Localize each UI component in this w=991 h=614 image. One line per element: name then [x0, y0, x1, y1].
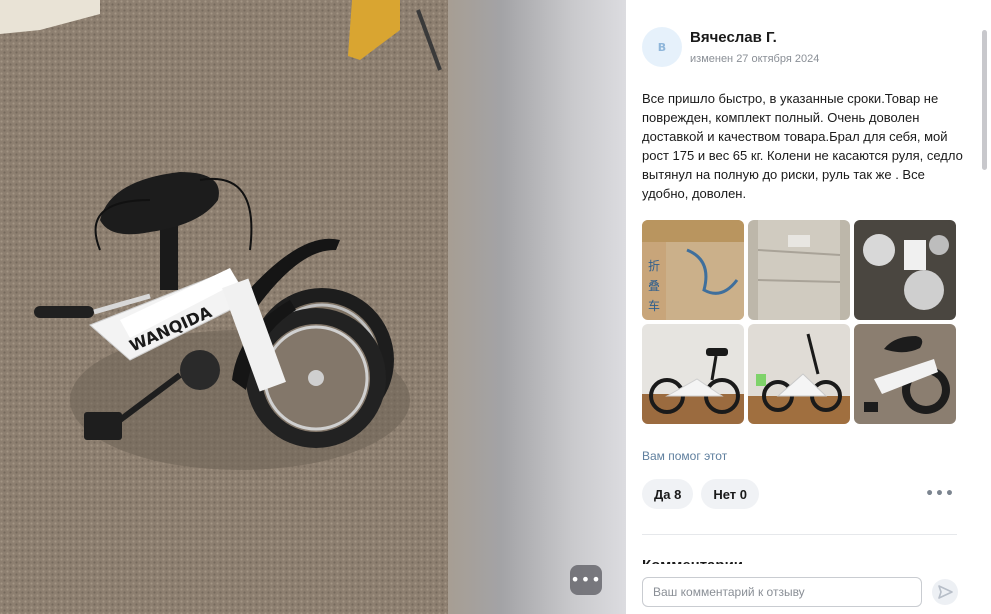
svg-text:车: 车: [648, 298, 660, 313]
comment-field[interactable]: [642, 577, 922, 607]
send-comment-button[interactable]: [929, 576, 961, 608]
main-review-photo: WANQIDA: [0, 0, 448, 614]
review-author: В Вячеслав Г. изменен 27 октября 2024: [642, 27, 819, 67]
vote-yes-button[interactable]: Да 8: [642, 479, 694, 509]
box-packaging-thumb: 折 叠 车: [642, 220, 744, 320]
bike-room-thumb: [642, 324, 744, 424]
photo-thumbnail[interactable]: [642, 324, 744, 424]
author-info: Вячеслав Г. изменен 27 октября 2024: [690, 29, 819, 65]
panel-scrollbar[interactable]: [982, 30, 987, 170]
avatar: В: [642, 27, 682, 67]
helpful-votes: Да 8 Нет 0: [642, 479, 759, 509]
more-dots-icon: •••: [925, 486, 955, 502]
unpacked-parts-thumb: [854, 220, 956, 320]
author-name: Вячеслав Г.: [690, 29, 777, 46]
photo-thumbnail[interactable]: [854, 324, 956, 424]
adjacent-photo-blur: [448, 0, 626, 614]
photo-options-button[interactable]: •••: [570, 565, 602, 595]
review-photo-grid: 折 叠 车: [642, 220, 957, 424]
photo-thumbnail[interactable]: [748, 220, 850, 320]
photo-thumbnail[interactable]: [854, 220, 956, 320]
helpful-question: Вам помог этот: [642, 449, 728, 463]
review-lightbox: WANQIDA ••• В Вячеслав Г. изменен 27 окт…: [0, 0, 991, 614]
bike-folding-thumb: [748, 324, 850, 424]
bike-folded-thumb: [854, 324, 956, 424]
review-text: Все пришло быстро, в указанные сроки.Тов…: [642, 91, 963, 201]
review-date: изменен 27 октября 2024: [690, 53, 820, 65]
photo-thumbnail[interactable]: 折 叠 车: [642, 220, 744, 320]
svg-text:叠: 叠: [648, 279, 660, 293]
review-more-button[interactable]: •••: [925, 486, 955, 502]
wrapped-parts-thumb: [748, 220, 850, 320]
svg-text:折: 折: [648, 258, 660, 273]
photo-thumbnail[interactable]: [748, 324, 850, 424]
comment-input[interactable]: [653, 585, 911, 599]
comments-heading: Комментарии: [642, 556, 842, 564]
vote-no-button[interactable]: Нет 0: [701, 479, 759, 509]
review-panel: В Вячеслав Г. изменен 27 октября 2024 Вс…: [626, 7, 986, 614]
ellipsis-icon: •••: [570, 570, 602, 589]
send-icon: [932, 579, 958, 605]
photo-viewer[interactable]: WANQIDA •••: [0, 0, 626, 614]
section-divider: [642, 534, 957, 535]
avatar-letter: В: [657, 40, 667, 54]
folded-bike-photo: WANQIDA: [0, 0, 448, 614]
